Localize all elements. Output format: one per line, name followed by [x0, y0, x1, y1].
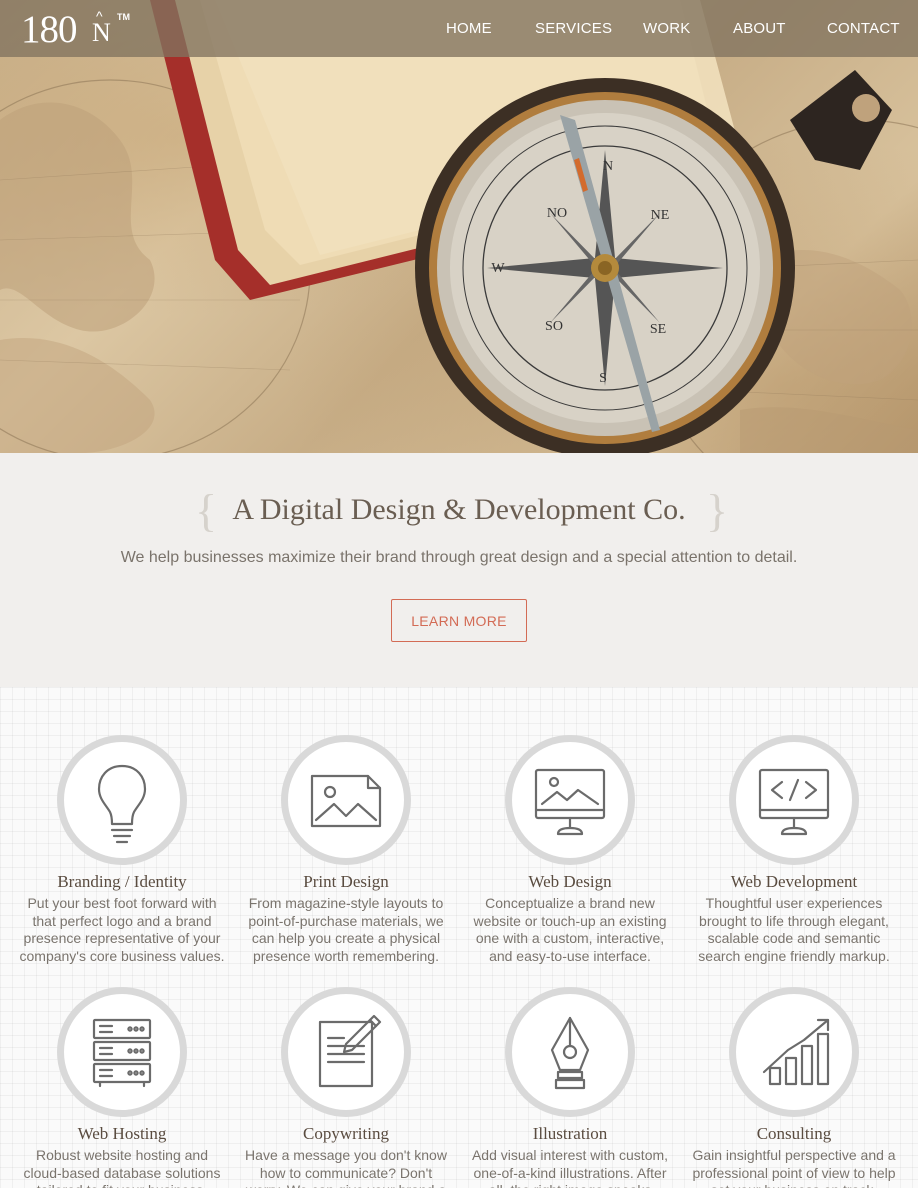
image-document-icon	[310, 774, 382, 828]
tagline-heading: A Digital Design & Development Co.	[232, 493, 686, 526]
nav-about[interactable]: ABOUT	[733, 20, 786, 37]
service-title: Web Hosting	[77, 1124, 167, 1143]
service-title: Consulting	[756, 1124, 832, 1143]
learn-more-button[interactable]: LEARN MORE	[391, 599, 527, 642]
right-brace-decoration: }	[706, 485, 729, 536]
nav-work[interactable]: WORK	[643, 20, 690, 37]
service-icon-circle	[57, 735, 187, 865]
nav-home[interactable]: HOME	[446, 20, 492, 37]
service-icon-circle	[57, 987, 187, 1117]
site-logo[interactable]: 180 ^ N TM	[21, 8, 131, 50]
service-description: Add visual interest with custom, one-of-…	[471, 1147, 669, 1188]
logo-letter: N	[92, 18, 111, 47]
service-icon-circle	[281, 735, 411, 865]
growth-chart-icon	[762, 1018, 830, 1086]
service-title: Copywriting	[303, 1124, 389, 1143]
service-description: Have a message you don't know how to com…	[245, 1147, 447, 1188]
service-icon-circle	[505, 735, 635, 865]
nav-services[interactable]: SERVICES	[535, 20, 612, 37]
service-icon-circle	[505, 987, 635, 1117]
compass-mark: NO	[547, 206, 567, 221]
logo-number: 180	[21, 8, 77, 51]
pencil-document-icon	[318, 1014, 382, 1088]
monitor-code-icon	[758, 768, 830, 836]
nav-contact[interactable]: CONTACT	[827, 20, 900, 37]
service-icon-circle	[281, 987, 411, 1117]
service-title: Print Design	[303, 872, 389, 891]
pen-nib-icon	[550, 1016, 590, 1090]
service-icon-circle	[729, 735, 859, 865]
intro-description: We help businesses maximize their brand …	[120, 549, 798, 566]
compass-mark: SO	[545, 319, 563, 334]
service-description: Thoughtful user experiences brought to l…	[698, 895, 890, 964]
compass-mark: S	[599, 371, 607, 386]
service-description: Robust website hosting and cloud-based d…	[23, 1147, 221, 1188]
service-icon-circle	[729, 987, 859, 1117]
service-description: Gain insightful perspective and a profes…	[692, 1147, 896, 1188]
server-icon	[92, 1018, 152, 1088]
services-grid: Branding / Identity Put your best foot f…	[0, 687, 918, 1188]
service-title: Web Development	[730, 872, 858, 891]
compass-mark: N	[603, 159, 613, 174]
service-description: Conceptualize a brand new website or tou…	[473, 895, 667, 964]
top-navbar: 180 ^ N TM HOME SERVICES WORK ABOUT CONT…	[0, 0, 918, 57]
lightbulb-icon	[97, 764, 147, 844]
intro-section: { A Digital Design & Development Co. } W…	[0, 453, 918, 687]
service-title: Branding / Identity	[57, 872, 187, 891]
service-description: From magazine-style layouts to point-of-…	[248, 895, 444, 964]
service-description: Put your best foot forward with that per…	[19, 895, 225, 964]
service-title: Web Design	[528, 872, 612, 891]
logo-trademark: TM	[117, 12, 130, 22]
map-compass-illustration: N NE NO W SO SE S	[0, 0, 918, 453]
tagline-wrap: { A Digital Design & Development Co. }	[0, 485, 918, 536]
compass-mark: SE	[650, 322, 666, 337]
service-title: Illustration	[532, 1124, 608, 1143]
compass-mark: NE	[651, 208, 670, 223]
compass-mark: W	[491, 261, 505, 276]
hero-banner: N NE NO W SO SE S 180 ^ N TM HOME SERVIC…	[0, 0, 918, 453]
monitor-image-icon	[534, 768, 606, 836]
